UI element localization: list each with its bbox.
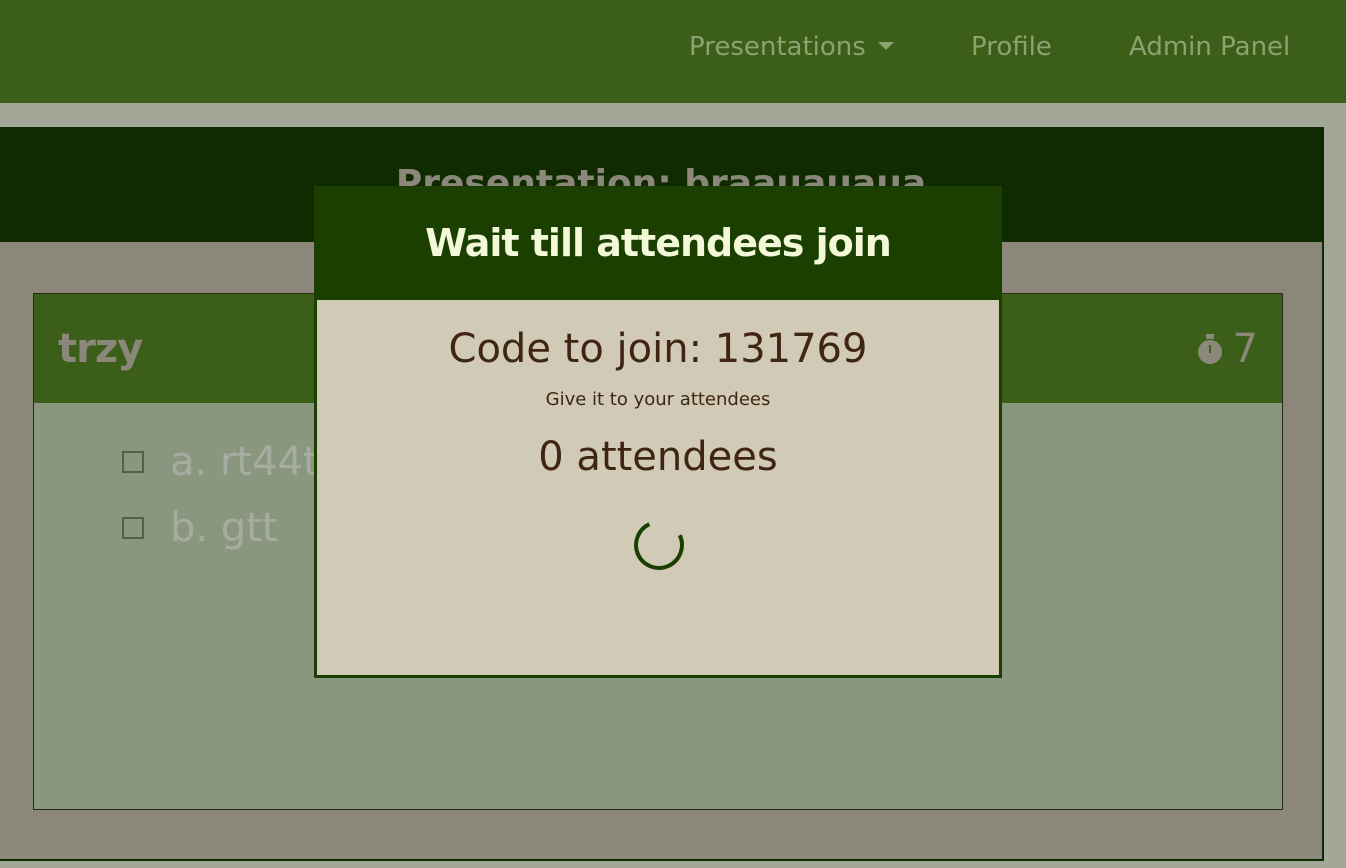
spinner-icon — [626, 512, 692, 578]
question-timer: 7 — [1197, 326, 1258, 372]
nav-admin-panel-link[interactable]: Admin Panel — [1129, 30, 1290, 64]
join-code: Code to join: 131769 — [448, 326, 868, 372]
modal-header: Wait till attendees join — [317, 189, 999, 300]
answer-checkbox[interactable] — [122, 517, 144, 539]
nav-profile-link[interactable]: Profile — [971, 30, 1052, 64]
modal-title: Wait till attendees join — [425, 221, 892, 265]
answer-label: a. rt44t — [170, 439, 319, 485]
top-navbar: Presentations Profile Admin Panel — [0, 0, 1346, 103]
answer-label: b. gtt — [170, 505, 278, 551]
answer-option[interactable]: a. rt44t — [122, 439, 319, 485]
stopwatch-icon — [1197, 334, 1223, 364]
join-code-hint: Give it to your attendees — [545, 389, 771, 410]
answer-option[interactable]: b. gtt — [122, 505, 278, 551]
question-title: trzy — [58, 326, 143, 372]
nav-presentations-dropdown[interactable]: Presentations — [689, 30, 894, 64]
wait-attendees-modal: Wait till attendees join Code to join: 1… — [314, 186, 1002, 678]
answer-checkbox[interactable] — [122, 451, 144, 473]
attendee-count: 0 attendees — [538, 434, 778, 480]
nav-presentations-label: Presentations — [689, 32, 866, 62]
timer-value: 7 — [1232, 326, 1258, 372]
caret-down-icon — [877, 41, 894, 50]
